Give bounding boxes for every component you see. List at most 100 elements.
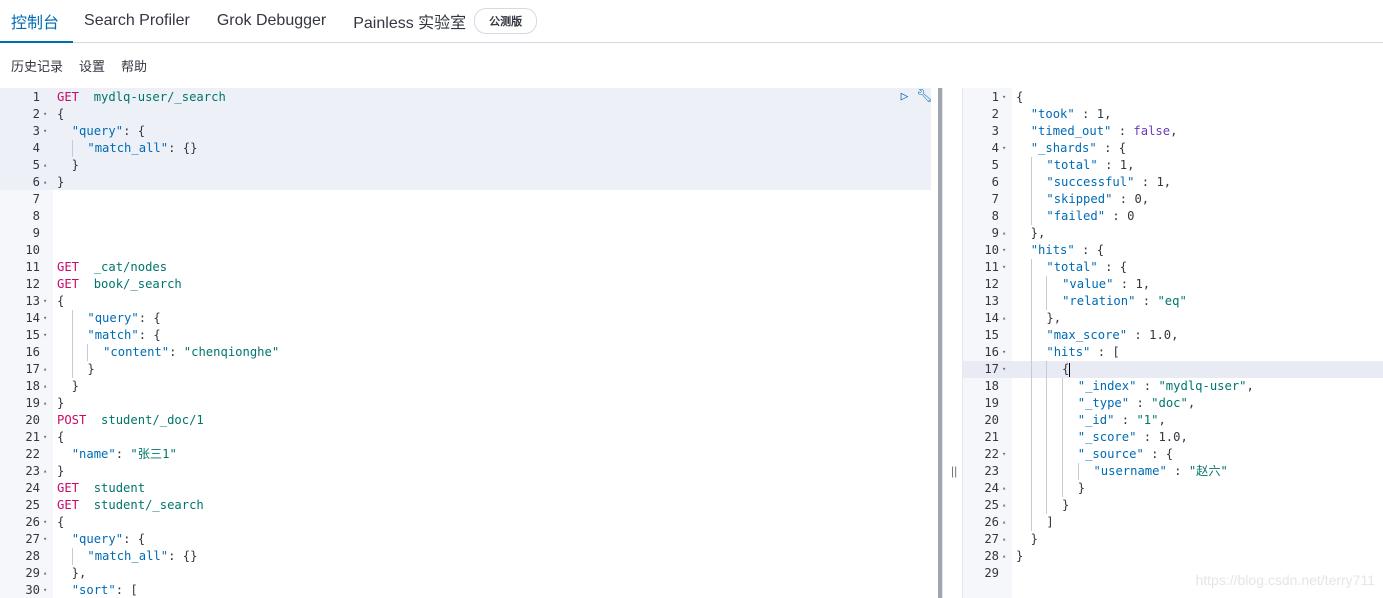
code-line[interactable]: 26 ▾ { xyxy=(0,514,931,531)
code-line[interactable]: 12 GET book/_search xyxy=(0,276,931,293)
fold-toggle-icon[interactable]: ▾ xyxy=(1002,140,1006,157)
tab-grok-debugger[interactable]: Grok Debugger xyxy=(206,0,342,42)
code-line[interactable]: 10 xyxy=(0,242,931,259)
code-line[interactable]: 11 GET _cat/nodes xyxy=(0,259,931,276)
code-line[interactable]: 27 ▴ } xyxy=(963,531,1383,548)
fold-toggle-icon[interactable]: ▴ xyxy=(43,361,47,378)
code-line[interactable]: 14 ▾ "query": { xyxy=(0,310,931,327)
code-line[interactable]: 20 POST student/_doc/1 xyxy=(0,412,931,429)
code-line[interactable]: 8 "failed" : 0 xyxy=(963,208,1383,225)
code-line[interactable]: 15 "max_score" : 1.0, xyxy=(963,327,1383,344)
fold-toggle-icon[interactable]: ▾ xyxy=(43,293,47,310)
fold-toggle-icon[interactable]: ▴ xyxy=(43,565,47,582)
fold-toggle-icon[interactable]: ▾ xyxy=(43,514,47,531)
fold-toggle-icon[interactable]: ▾ xyxy=(43,582,47,598)
pane-divider[interactable]: || xyxy=(942,88,963,598)
code-line[interactable]: 18 ▴ } xyxy=(0,378,931,395)
code-line[interactable]: 5 "total" : 1, xyxy=(963,157,1383,174)
fold-toggle-icon[interactable]: ▾ xyxy=(1002,89,1006,106)
code-line[interactable]: 23 "username" : "赵六" xyxy=(963,463,1383,480)
code-line[interactable]: 26 ▴ ] xyxy=(963,514,1383,531)
fold-toggle-icon[interactable]: ▴ xyxy=(43,157,47,174)
code-line[interactable]: 9 ▴ }, xyxy=(963,225,1383,242)
code-line[interactable]: 24 ▴ } xyxy=(963,480,1383,497)
code-line[interactable]: 10 ▾ "hits" : { xyxy=(963,242,1383,259)
code-line[interactable]: 30 ▾ "sort": [ xyxy=(0,582,931,598)
fold-toggle-icon[interactable]: ▾ xyxy=(1002,361,1006,378)
code-line[interactable]: 2 "took" : 1, xyxy=(963,106,1383,123)
menu-settings[interactable]: 设置 xyxy=(79,56,105,75)
code-line[interactable]: 9 xyxy=(0,225,931,242)
code-line[interactable]: 18 "_index" : "mydlq-user", xyxy=(963,378,1383,395)
code-line[interactable]: 16 ▾ "hits" : [ xyxy=(963,344,1383,361)
code-line[interactable]: 21 "_score" : 1.0, xyxy=(963,429,1383,446)
resize-handle-icon[interactable]: || xyxy=(951,464,957,478)
fold-toggle-icon[interactable]: ▾ xyxy=(43,429,47,446)
response-viewer[interactable]: 1 ▾{2 "took" : 1, 3 "timed_out" : false, 4 ▾… xyxy=(963,88,1383,598)
code-line[interactable]: 15 ▾ "match": { xyxy=(0,327,931,344)
code-line[interactable]: 19 ▴} xyxy=(0,395,931,412)
code-line[interactable]: 13 ▾ { xyxy=(0,293,931,310)
code-line[interactable]: 2 ▾ { xyxy=(0,106,931,123)
fold-toggle-icon[interactable]: ▴ xyxy=(43,395,47,412)
code-line[interactable]: 7 xyxy=(0,191,931,208)
code-line[interactable]: 22 "name": "张三1" xyxy=(0,446,931,463)
code-line[interactable]: 14 ▴ }, xyxy=(963,310,1383,327)
tab-painless-lab[interactable]: Painless 实验室 公测版 xyxy=(342,0,553,42)
code-line[interactable]: 5 ▴ } xyxy=(0,157,931,174)
code-line[interactable]: 4 ▾ "_shards" : { xyxy=(963,140,1383,157)
code-line[interactable]: 17 ▴ } xyxy=(0,361,931,378)
fold-toggle-icon[interactable]: ▴ xyxy=(1002,310,1006,327)
fold-toggle-icon[interactable]: ▴ xyxy=(43,174,47,191)
play-icon[interactable]: ▷ xyxy=(897,89,912,104)
fold-toggle-icon[interactable]: ▴ xyxy=(1002,480,1006,497)
code-line[interactable]: 13 "relation" : "eq" xyxy=(963,293,1383,310)
fold-toggle-icon[interactable]: ▾ xyxy=(43,531,47,548)
code-line[interactable]: 21 ▾ { xyxy=(0,429,931,446)
code-line[interactable]: 22 ▾ "_source" : { xyxy=(963,446,1383,463)
menu-help[interactable]: 帮助 xyxy=(121,56,147,75)
code-line[interactable]: 16 "content": "chenqionghe" xyxy=(0,344,931,361)
code-line[interactable]: 28 ▴} xyxy=(963,548,1383,565)
fold-toggle-icon[interactable]: ▾ xyxy=(43,106,47,123)
fold-toggle-icon[interactable]: ▾ xyxy=(1002,242,1006,259)
fold-toggle-icon[interactable]: ▴ xyxy=(43,378,47,395)
code-line[interactable]: 23 ▴} xyxy=(0,463,931,480)
fold-toggle-icon[interactable]: ▾ xyxy=(43,123,47,140)
code-line[interactable]: 8 xyxy=(0,208,931,225)
request-editor[interactable]: 1 GET mydlq-user/_search 2 ▾{3 ▾ "query": {4… xyxy=(0,88,939,598)
fold-toggle-icon[interactable]: ▴ xyxy=(1002,514,1006,531)
code-line[interactable]: 20 "_id" : "1", xyxy=(963,412,1383,429)
code-line[interactable]: 19 "_type" : "doc", xyxy=(963,395,1383,412)
code-line[interactable]: 4 "match_all": {} xyxy=(0,140,931,157)
code-line[interactable]: 25 ▴ } xyxy=(963,497,1383,514)
code-line[interactable]: 1 GET mydlq-user/_search xyxy=(0,89,931,106)
code-line[interactable]: 27 ▾ "query": { xyxy=(0,531,931,548)
code-line[interactable]: 28 "match_all": {} xyxy=(0,548,931,565)
fold-toggle-icon[interactable]: ▾ xyxy=(43,327,47,344)
code-line[interactable]: 7 "skipped" : 0, xyxy=(963,191,1383,208)
wrench-icon[interactable]: 🔧︎ xyxy=(916,89,933,104)
fold-toggle-icon[interactable]: ▴ xyxy=(1002,531,1006,548)
code-line[interactable]: 29 ▴ }, xyxy=(0,565,931,582)
code-line[interactable]: 3 "timed_out" : false, xyxy=(963,123,1383,140)
fold-toggle-icon[interactable]: ▴ xyxy=(1002,497,1006,514)
tab-search-profiler[interactable]: Search Profiler xyxy=(73,0,206,42)
fold-toggle-icon[interactable]: ▾ xyxy=(1002,259,1006,276)
code-line[interactable]: 3 ▾ "query": { xyxy=(0,123,931,140)
code-line[interactable]: 17 ▾ { xyxy=(963,361,1383,378)
code-line[interactable]: 25 GET student/_search xyxy=(0,497,931,514)
tab-console[interactable]: 控制台 xyxy=(0,0,74,43)
fold-toggle-icon[interactable]: ▴ xyxy=(43,463,47,480)
code-line[interactable]: 1 ▾ { xyxy=(963,89,1383,106)
code-line[interactable]: 6 ▴} xyxy=(0,174,931,191)
fold-toggle-icon[interactable]: ▾ xyxy=(1002,446,1006,463)
fold-toggle-icon[interactable]: ▾ xyxy=(43,310,47,327)
fold-toggle-icon[interactable]: ▴ xyxy=(1002,548,1006,565)
fold-toggle-icon[interactable]: ▴ xyxy=(1002,225,1006,242)
code-line[interactable]: 24 GET student xyxy=(0,480,931,497)
fold-toggle-icon[interactable]: ▾ xyxy=(1002,344,1006,361)
code-line[interactable]: 6 "successful" : 1, xyxy=(963,174,1383,191)
code-line[interactable]: 12 "value" : 1, xyxy=(963,276,1383,293)
code-line[interactable]: 11 ▾ "total" : { xyxy=(963,259,1383,276)
